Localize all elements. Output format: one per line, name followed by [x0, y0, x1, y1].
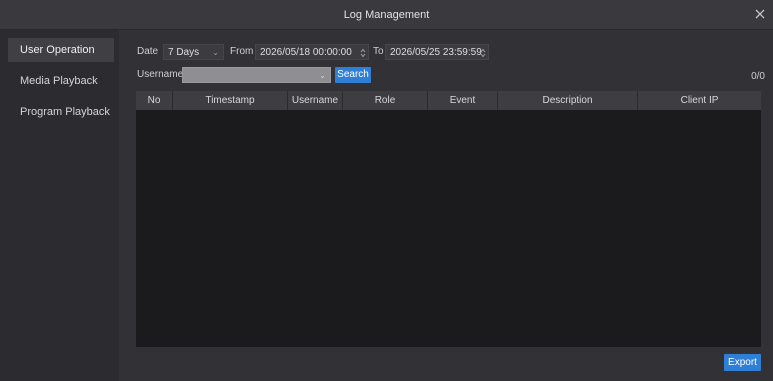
chevron-down-icon: ⌄: [319, 71, 326, 80]
to-datetime-input[interactable]: 2026/05/25 23:59:59: [385, 44, 489, 60]
date-range-select[interactable]: 7 Days ⌄: [163, 44, 224, 60]
spinner-arrows-icon[interactable]: [480, 48, 486, 58]
to-datetime-value: 2026/05/25 23:59:59: [390, 47, 482, 58]
column-header-no: No: [136, 91, 173, 110]
search-button[interactable]: Search: [335, 67, 371, 83]
log-table: No Timestamp Username Role Event Descrip…: [136, 91, 761, 347]
sidebar-item-program-playback[interactable]: Program Playback: [8, 100, 114, 124]
sidebar-item-media-playback[interactable]: Media Playback: [8, 69, 114, 93]
sidebar-item-user-operation[interactable]: User Operation: [8, 38, 114, 62]
column-header-event: Event: [428, 91, 498, 110]
export-button[interactable]: Export: [724, 354, 761, 371]
from-datetime-input[interactable]: 2026/05/18 00:00:00: [255, 44, 369, 60]
main-panel: Date 7 Days ⌄ From 2026/05/18 00:00:00 T…: [119, 30, 773, 381]
column-header-username: Username: [288, 91, 343, 110]
record-count: 0/0: [751, 71, 765, 82]
date-label: Date: [137, 46, 159, 57]
table-header: No Timestamp Username Role Event Descrip…: [136, 91, 761, 110]
column-header-client-ip: Client IP: [680, 95, 719, 106]
column-header-description: Description: [498, 91, 638, 110]
chevron-down-icon: ⌄: [212, 48, 219, 57]
from-datetime-value: 2026/05/18 00:00:00: [260, 47, 352, 58]
close-icon[interactable]: [753, 7, 767, 21]
username-label: Username: [137, 69, 184, 80]
sidebar: User Operation Media Playback Program Pl…: [0, 30, 119, 381]
from-label: From: [230, 46, 254, 57]
column-header-timestamp: Timestamp: [173, 91, 288, 110]
title-bar: Log Management: [0, 0, 773, 30]
to-label: To: [373, 46, 384, 57]
spinner-arrows-icon[interactable]: [360, 48, 366, 58]
date-range-value: 7 Days: [168, 47, 200, 58]
username-select[interactable]: ⌄: [182, 67, 331, 83]
window-title: Log Management: [343, 9, 430, 21]
column-header-role: Role: [343, 91, 428, 110]
